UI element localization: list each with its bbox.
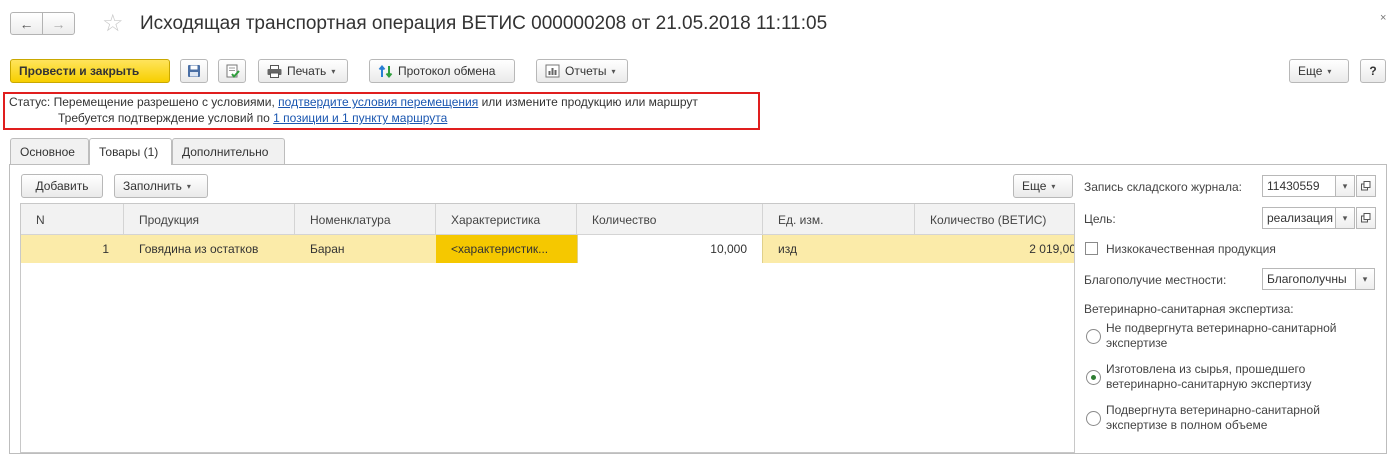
chevron-down-icon: ▾ [611, 66, 616, 76]
reports-button[interactable]: Отчеты ▾ [536, 59, 628, 83]
goods-more-label: Еще [1022, 179, 1047, 193]
expertise-option-full-line2: экспертизе в полном объеме [1106, 418, 1268, 432]
low-quality-label: Низкокачественная продукция [1106, 242, 1276, 256]
save-button[interactable] [180, 59, 208, 83]
status-text: Перемещение разрешено с условиями, [53, 95, 275, 109]
cell-unit[interactable]: изд [763, 235, 915, 263]
purpose-dropdown-button[interactable]: ▾ [1335, 207, 1355, 229]
expertise-option-none-line2: экспертизе [1106, 336, 1168, 350]
printer-icon [267, 64, 282, 78]
cell-nomenclature[interactable]: Баран [295, 235, 436, 263]
favorite-star-icon[interactable]: ☆ [102, 9, 124, 38]
expertise-option-full-label: Подвергнута ветеринарно-санитарной экспе… [1106, 403, 1320, 433]
cell-quantity-vetis[interactable]: 2 019,00 [915, 235, 1074, 263]
purpose-open-button[interactable] [1356, 207, 1376, 229]
expertise-option-raw-line1: Изготовлена из сырья, прошедшего [1106, 362, 1306, 376]
journal-open-button[interactable] [1356, 175, 1376, 197]
more-label: Еще [1298, 64, 1323, 78]
expertise-label: Ветеринарно-санитарная экспертиза: [1084, 302, 1294, 316]
column-header-n[interactable]: N [21, 204, 124, 235]
journal-dropdown-button[interactable]: ▾ [1335, 175, 1355, 197]
expertise-option-raw-radio[interactable] [1086, 370, 1101, 385]
post-button[interactable] [218, 59, 246, 83]
cell-n[interactable]: 1 [21, 235, 124, 263]
chevron-down-icon: ▾ [1362, 273, 1368, 284]
expertise-option-full-line1: Подвергнута ветеринарно-санитарной [1106, 403, 1320, 417]
chevron-down-icon: ▾ [1342, 212, 1348, 223]
chevron-down-icon: ▾ [1342, 180, 1348, 191]
purpose-field[interactable]: реализация [1262, 207, 1336, 229]
goods-more-button[interactable]: Еще ▾ [1013, 174, 1073, 198]
status-line-2: Требуется подтверждение условий по 1 поз… [58, 111, 447, 125]
tab-goods[interactable]: Товары (1) [89, 138, 172, 165]
reports-label: Отчеты [565, 64, 607, 78]
journal-record-field[interactable]: 11430559 [1262, 175, 1336, 197]
cell-product[interactable]: Говядина из остатков [124, 235, 295, 263]
help-button[interactable]: ? [1360, 59, 1386, 83]
more-button[interactable]: Еще ▾ [1289, 59, 1349, 83]
exchange-arrows-icon [378, 64, 393, 78]
table-header: N Продукция Номенклатура Характеристика … [21, 204, 1074, 235]
arrow-left-icon: ← [19, 15, 34, 32]
tab-additional[interactable]: Дополнительно [172, 138, 285, 164]
column-header-product[interactable]: Продукция [124, 204, 295, 235]
status-text-suffix: или измените продукцию или маршрут [481, 95, 698, 109]
fill-label: Заполнить [123, 179, 182, 193]
expertise-option-raw-line2: ветеринарно-санитарную экспертизу [1106, 377, 1312, 391]
floppy-disk-icon [188, 65, 200, 77]
status-line-1: Статус: Перемещение разрешено с условиям… [9, 95, 698, 109]
tab-main[interactable]: Основное [10, 138, 89, 164]
expertise-option-raw-label: Изготовлена из сырья, прошедшего ветерин… [1106, 362, 1312, 392]
exchange-protocol-label: Протокол обмена [398, 64, 496, 78]
page-title: Исходящая транспортная операция ВЕТИС 00… [140, 13, 828, 34]
open-form-icon [1361, 181, 1371, 191]
exchange-protocol-button[interactable]: Протокол обмена [369, 59, 515, 83]
column-header-unit[interactable]: Ед. изм. [763, 204, 915, 235]
post-and-close-button[interactable]: Провести и закрыть [10, 59, 170, 83]
chevron-down-icon: ▾ [1051, 181, 1056, 191]
purpose-label: Цель: [1084, 212, 1116, 226]
positions-route-link[interactable]: 1 позиции и 1 пункту маршрута [273, 111, 447, 125]
cell-quantity[interactable]: 10,000 [577, 235, 763, 263]
open-form-icon [1361, 213, 1371, 223]
goods-table[interactable]: N Продукция Номенклатура Характеристика … [20, 203, 1075, 453]
column-header-quantity-vetis[interactable]: Количество (ВЕТИС) [915, 204, 1074, 235]
wellbeing-label: Благополучие местности: [1084, 273, 1227, 287]
add-button[interactable]: Добавить [21, 174, 103, 198]
close-icon[interactable]: × [1380, 12, 1386, 24]
report-icon [545, 64, 560, 78]
chevron-down-icon: ▾ [1327, 66, 1332, 76]
document-post-icon [226, 64, 240, 78]
status-prefix: Статус: [9, 95, 51, 109]
column-header-characteristic[interactable]: Характеристика [436, 204, 577, 235]
print-label: Печать [287, 64, 327, 78]
expertise-option-none-label: Не подвергнута ветеринарно-санитарной эк… [1106, 321, 1336, 351]
cell-characteristic[interactable]: <характеристик... [436, 235, 577, 263]
forward-button[interactable]: → [42, 12, 75, 35]
wellbeing-field[interactable]: Благополучны [1262, 268, 1356, 290]
table-row[interactable]: 1 Говядина из остатков Баран <характерис… [21, 235, 1074, 263]
print-button[interactable]: Печать ▾ [258, 59, 348, 83]
chevron-down-icon: ▾ [331, 66, 336, 76]
expertise-option-none-line1: Не подвергнута ветеринарно-санитарной [1106, 321, 1337, 335]
status-requirement-text: Требуется подтверждение условий по [58, 111, 270, 125]
confirm-conditions-link[interactable]: подтвердите условия перемещения [278, 95, 478, 109]
column-header-quantity[interactable]: Количество [577, 204, 763, 235]
journal-record-label: Запись складского журнала: [1084, 180, 1242, 194]
low-quality-checkbox[interactable] [1085, 242, 1098, 255]
chevron-down-icon: ▾ [186, 181, 191, 191]
expertise-option-none-radio[interactable] [1086, 329, 1101, 344]
wellbeing-dropdown-button[interactable]: ▾ [1355, 268, 1375, 290]
expertise-option-full-radio[interactable] [1086, 411, 1101, 426]
fill-button[interactable]: Заполнить ▾ [114, 174, 208, 198]
column-header-nomenclature[interactable]: Номенклатура [295, 204, 436, 235]
back-button[interactable]: ← [10, 12, 43, 35]
arrow-right-icon: → [51, 15, 66, 32]
